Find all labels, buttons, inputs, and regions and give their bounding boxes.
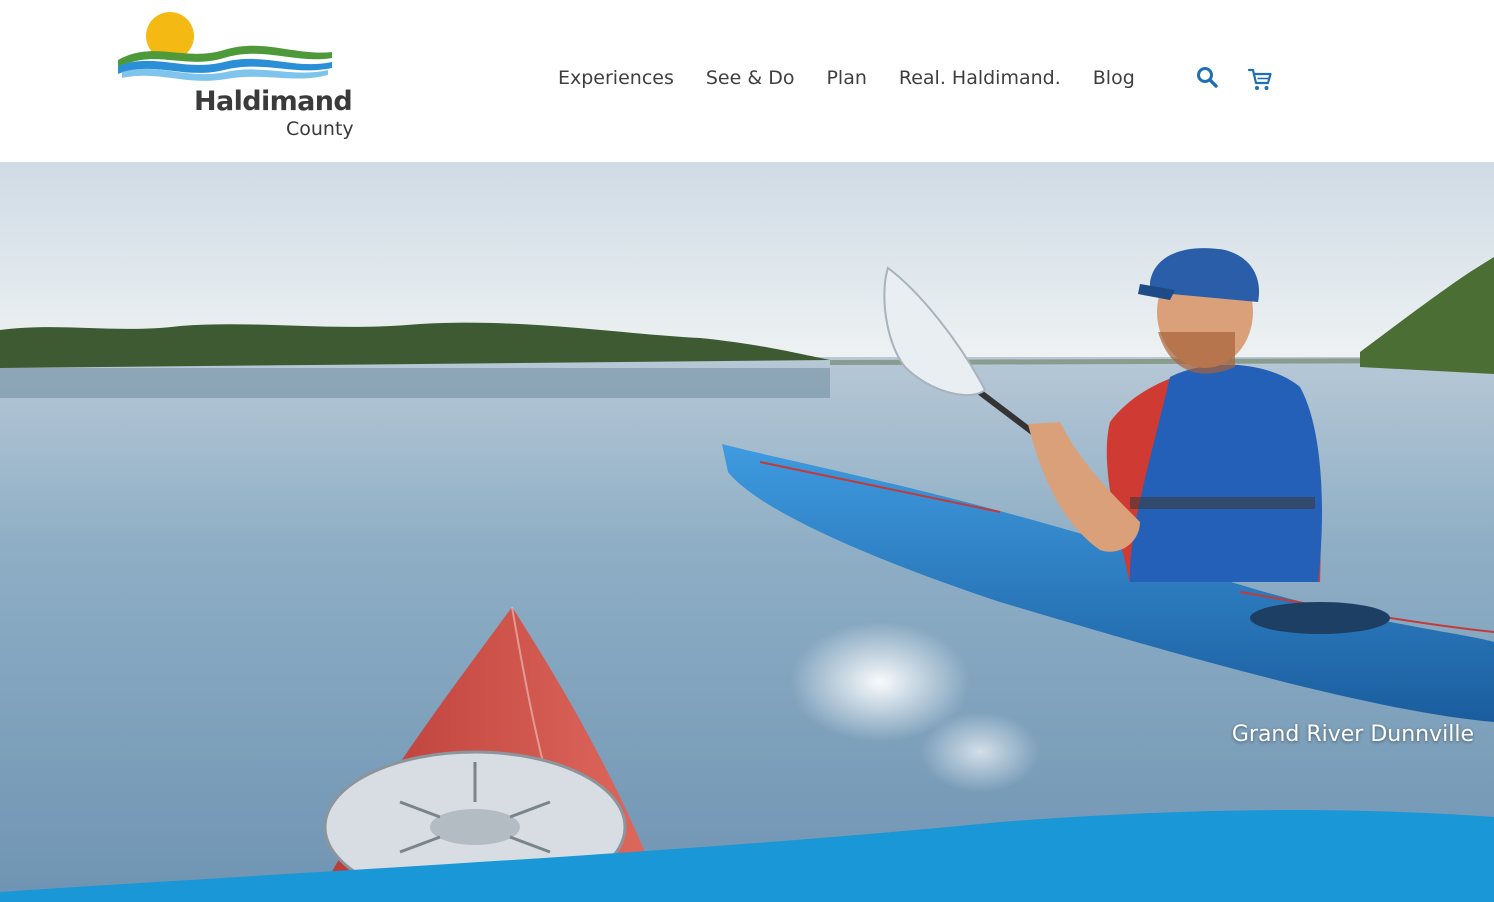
logo-subtitle: County	[286, 118, 354, 140]
hero-banner: Grand River Dunnville	[0, 162, 1494, 902]
site-header: Haldimand County Experiences See & Do Pl…	[0, 0, 1494, 162]
nav-item-plan[interactable]: Plan	[826, 67, 866, 89]
nav-item-see-and-do[interactable]: See & Do	[706, 67, 795, 89]
search-icon[interactable]	[1196, 66, 1218, 88]
nav-item-blog[interactable]: Blog	[1093, 67, 1135, 89]
haldimand-county-logo[interactable]: Haldimand County	[114, 12, 374, 147]
sun-river-logo-icon	[118, 12, 332, 81]
nav-item-experiences[interactable]: Experiences	[558, 67, 674, 89]
cart-icon[interactable]	[1247, 66, 1273, 92]
logo-wordmark: Haldimand	[194, 86, 353, 117]
hero-caption: Grand River Dunnville	[1231, 722, 1474, 747]
kayakers-on-river-photo	[0, 162, 1494, 902]
main-nav: Experiences See & Do Plan Real. Haldiman…	[558, 64, 1167, 92]
nav-item-real-haldimand[interactable]: Real. Haldimand.	[899, 67, 1061, 89]
